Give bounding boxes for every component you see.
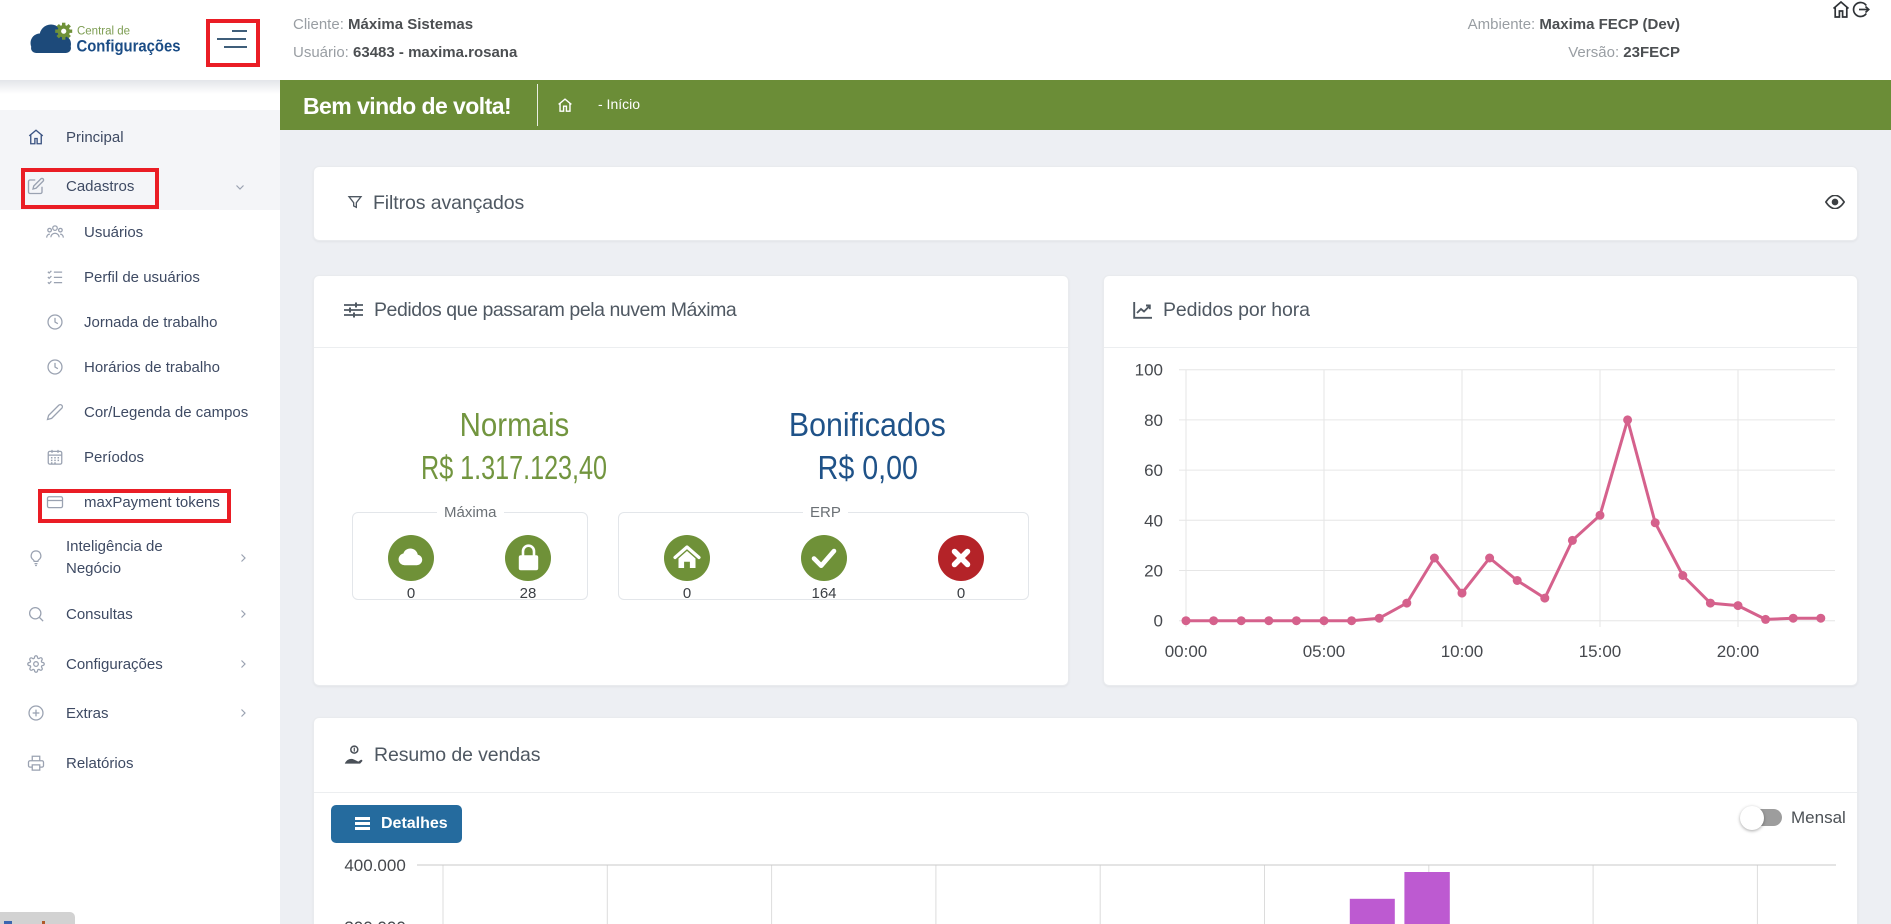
svg-text:20:00: 20:00 — [1717, 642, 1760, 661]
svg-text:20: 20 — [1144, 562, 1163, 581]
svg-text:00:00: 00:00 — [1165, 642, 1208, 661]
svg-text:Configurações: Configurações — [77, 37, 181, 56]
svg-text:300.000: 300.000 — [344, 918, 405, 924]
svg-text:100: 100 — [1135, 361, 1163, 380]
svg-text:40: 40 — [1144, 511, 1163, 530]
svg-text:400.000: 400.000 — [344, 856, 405, 875]
svg-text:05:00: 05:00 — [1303, 642, 1346, 661]
svg-text:0: 0 — [1154, 612, 1163, 631]
svg-text:80: 80 — [1144, 411, 1163, 430]
svg-text:15:00: 15:00 — [1579, 642, 1622, 661]
svg-text:10:00: 10:00 — [1441, 642, 1484, 661]
svg-text:60: 60 — [1144, 461, 1163, 480]
